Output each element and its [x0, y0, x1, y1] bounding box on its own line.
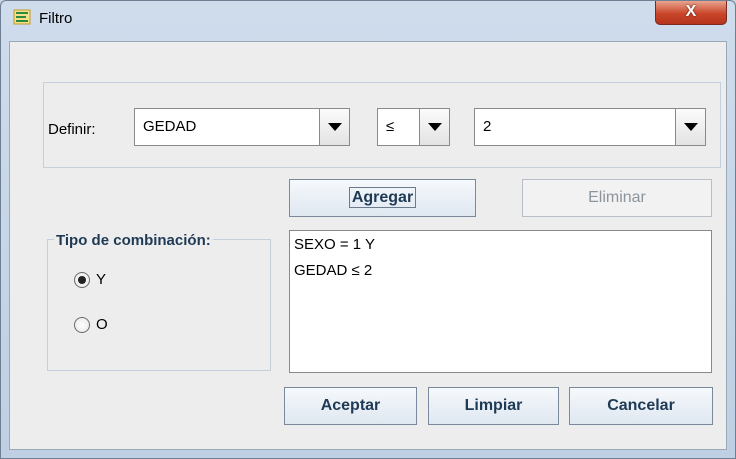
radio-y[interactable] [74, 272, 90, 288]
chevron-down-icon[interactable] [419, 109, 449, 145]
list-item[interactable]: SEXO = 1 Y [294, 236, 375, 253]
remove-button-label: Eliminar [588, 189, 646, 206]
cancel-button-label: Cancelar [607, 397, 675, 414]
radio-y-label: Y [96, 271, 107, 288]
app-icon [13, 9, 31, 25]
radio-o[interactable] [74, 317, 90, 333]
accept-button-label: Aceptar [320, 397, 381, 414]
combination-type-group: Tipo de combinación: Y O [47, 232, 271, 371]
filter-list[interactable]: SEXO = 1 Y GEDAD ≤ 2 [289, 230, 712, 373]
variable-select[interactable]: GEDAD [134, 108, 350, 146]
combination-legend: Tipo de combinación: [54, 232, 213, 249]
close-icon: X [685, 3, 697, 20]
accept-button[interactable]: Aceptar [284, 387, 417, 425]
filter-dialog: Filtro X Definir: GEDAD ≤ 2 Agregar Elim… [0, 0, 736, 459]
chevron-down-icon[interactable] [319, 109, 349, 145]
add-button[interactable]: Agregar [289, 179, 476, 217]
define-label: Definir: [48, 121, 96, 138]
operator-select[interactable]: ≤ [377, 108, 450, 146]
cancel-button[interactable]: Cancelar [569, 387, 713, 425]
window-title: Filtro [39, 10, 73, 27]
dialog-body: Definir: GEDAD ≤ 2 Agregar Eliminar Tipo… [9, 41, 727, 450]
title-bar[interactable]: Filtro X [1, 1, 735, 41]
chevron-down-icon[interactable] [675, 109, 705, 145]
variable-value: GEDAD [143, 118, 197, 135]
clear-button-label: Limpiar [464, 397, 523, 414]
add-button-label: Agregar [348, 187, 417, 208]
value-value: 2 [483, 118, 492, 135]
value-select[interactable]: 2 [474, 108, 706, 146]
list-item[interactable]: GEDAD ≤ 2 [294, 262, 372, 279]
clear-button[interactable]: Limpiar [428, 387, 559, 425]
close-button[interactable]: X [655, 1, 727, 25]
radio-o-label: O [96, 316, 108, 333]
remove-button[interactable]: Eliminar [522, 179, 712, 217]
operator-value: ≤ [386, 118, 395, 135]
